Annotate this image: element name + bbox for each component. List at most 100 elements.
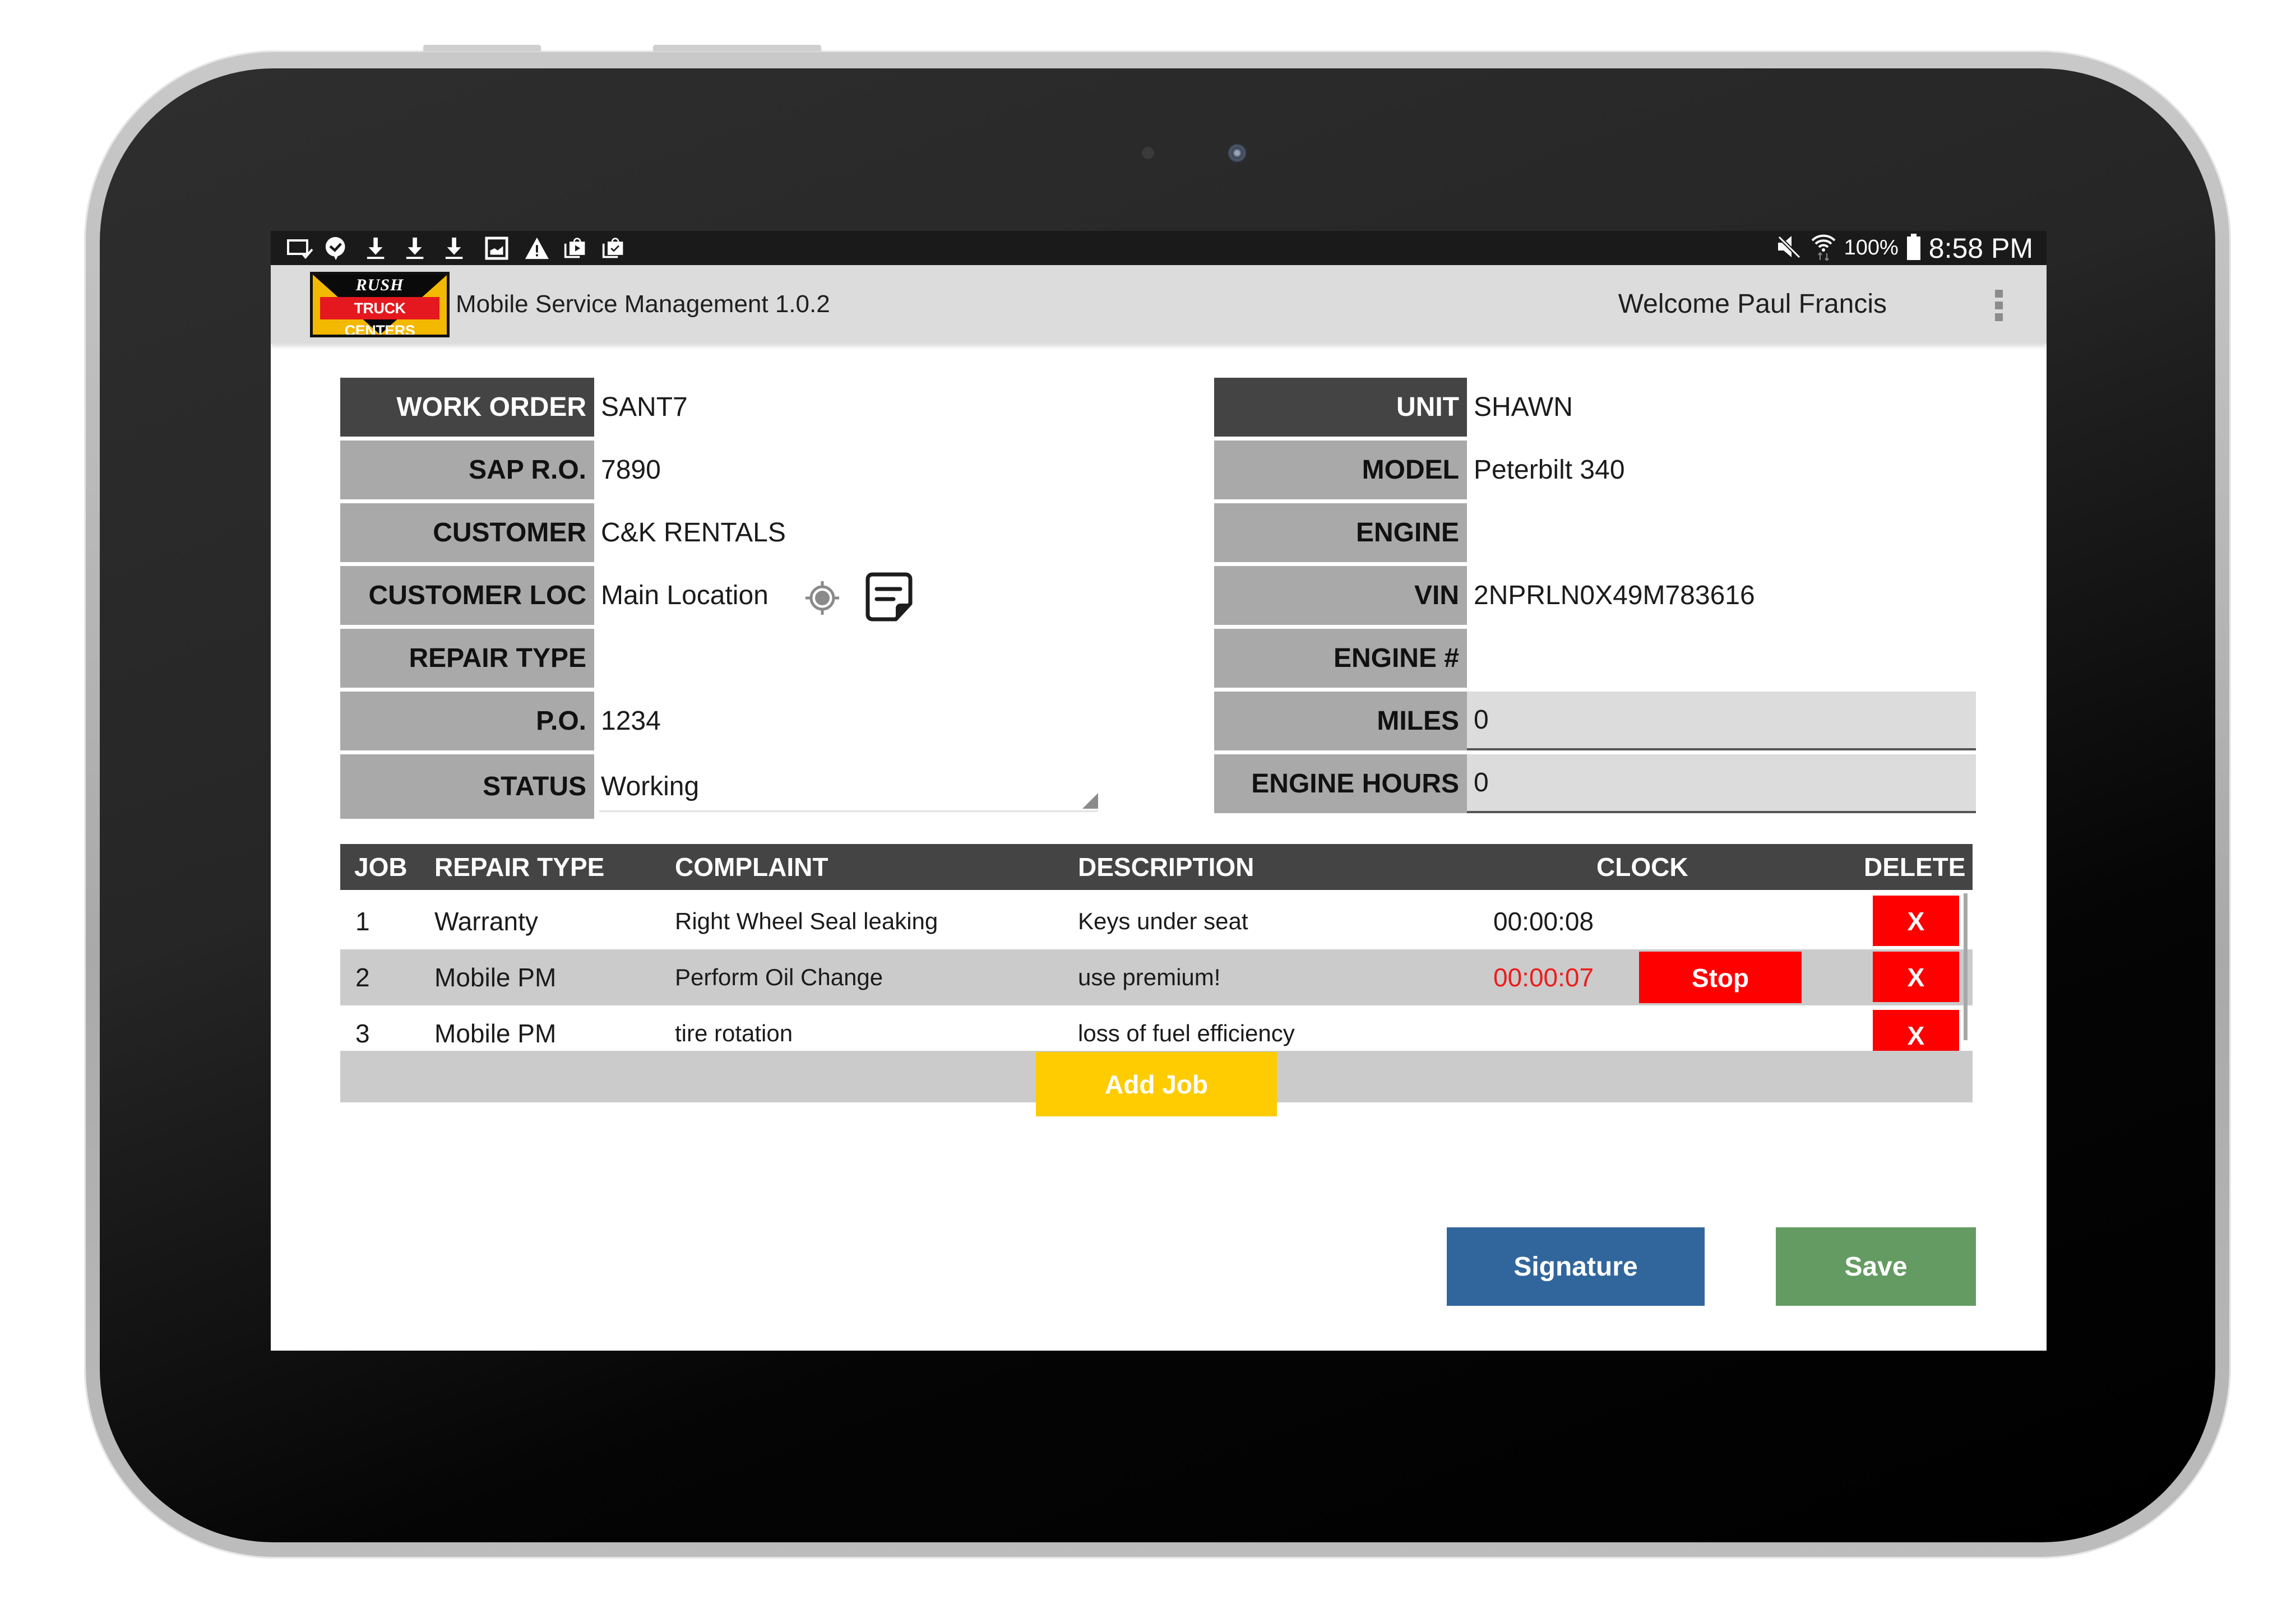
col-header-delete: DELETE: [1864, 852, 1966, 882]
rush-truck-centers-logo: RUSH TRUCK CENTERS: [310, 272, 450, 337]
engine-number-field[interactable]: [1467, 629, 1976, 688]
download-icon: [404, 237, 425, 260]
form-row-po: P.O. 1234: [340, 692, 1125, 750]
form-row-engine-number: ENGINE #: [1214, 629, 1976, 688]
form-row-customer: CUSTOMER C&K RENTALS: [340, 503, 1125, 562]
stop-clock-button[interactable]: Stop: [1639, 952, 1802, 1003]
vin-field[interactable]: 2NPRLN0X49M783616: [1467, 566, 1976, 625]
engine-number-label: ENGINE #: [1214, 629, 1467, 688]
job-number: 1: [355, 907, 370, 936]
engine-hours-input[interactable]: 0: [1467, 754, 1976, 813]
job-clock: 00:00:08: [1493, 907, 1594, 936]
job-description: Keys under seat: [1078, 908, 1248, 934]
save-button[interactable]: Save: [1776, 1227, 1976, 1306]
unit-field[interactable]: SHAWN: [1467, 378, 1976, 437]
engine-label: ENGINE: [1214, 503, 1467, 562]
job-repair-type: Mobile PM: [434, 963, 557, 992]
form-row-miles: MILES 0: [1214, 692, 1976, 750]
table-scrollbar[interactable]: [1964, 893, 1968, 1040]
miles-input[interactable]: 0: [1467, 692, 1976, 750]
sap-ro-label: SAP R.O.: [340, 440, 594, 499]
miles-label: MILES: [1214, 692, 1467, 750]
form-row-customer-loc: CUSTOMER LOC Main Location: [340, 566, 1125, 625]
job-row[interactable]: 2 Mobile PM Perform Oil Change use premi…: [340, 949, 1973, 1005]
model-field[interactable]: Peterbilt 340: [1467, 440, 1976, 499]
vin-label: VIN: [1214, 566, 1467, 625]
form-row-engine: ENGINE: [1214, 503, 1976, 562]
hardware-button: [653, 45, 821, 52]
form-row-model: MODEL Peterbilt 340: [1214, 440, 1976, 499]
battery-percent: 100%: [1844, 236, 1899, 259]
status-time: 8:58 PM: [1928, 232, 2033, 264]
jobs-table-header: JOB REPAIR TYPE COMPLAINT DESCRIPTION CL…: [340, 844, 1973, 890]
store-play-icon: [563, 237, 587, 260]
job-number: 2: [355, 963, 370, 992]
signature-button[interactable]: Signature: [1447, 1227, 1705, 1306]
status-label: STATUS: [340, 754, 594, 819]
col-header-job: JOB: [354, 852, 408, 882]
notes-icon[interactable]: [861, 569, 917, 625]
delete-job-button[interactable]: X: [1873, 952, 1959, 1002]
customer-loc-field[interactable]: Main Location: [594, 566, 796, 625]
overflow-menu-icon[interactable]: [1995, 290, 2003, 321]
add-job-button[interactable]: Add Job: [1036, 1052, 1277, 1116]
po-field[interactable]: 1234: [594, 692, 1099, 750]
status-dropdown-underline: [599, 810, 1098, 812]
hardware-button: [423, 45, 541, 52]
warning-icon: [524, 237, 550, 260]
form-row-engine-hours: ENGINE HOURS 0: [1214, 754, 1976, 813]
work-order-field[interactable]: SANT7: [594, 378, 1099, 437]
col-header-clock: CLOCK: [1596, 852, 1688, 882]
front-camera: [1228, 143, 1247, 163]
job-clock-running: 00:00:07: [1493, 963, 1594, 992]
download-icon: [365, 237, 386, 260]
status-bar-right: 100% 8:58 PM: [1776, 231, 2033, 265]
status-dropdown[interactable]: Working: [594, 754, 1099, 819]
engine-field[interactable]: [1467, 503, 1976, 562]
customer-field[interactable]: C&K RENTALS: [594, 503, 1099, 562]
model-label: MODEL: [1214, 440, 1467, 499]
battery-icon: [1906, 233, 1921, 263]
job-row[interactable]: 1 Warranty Right Wheel Seal leaking Keys…: [340, 893, 1973, 949]
light-sensor: [1142, 147, 1154, 159]
job-description: use premium!: [1078, 964, 1221, 990]
customer-loc-label: CUSTOMER LOC: [340, 566, 594, 625]
screen: 100% 8:58 PM RUSH TRUCK CENTERS Mobile S…: [271, 231, 2047, 1351]
status-bar: 100% 8:58 PM: [271, 231, 2047, 265]
welcome-text: Welcome Paul Francis: [1618, 289, 1887, 319]
delete-job-button[interactable]: X: [1873, 896, 1959, 946]
repair-type-label: REPAIR TYPE: [340, 629, 594, 688]
form-row-work-order: WORK ORDER SANT7: [340, 378, 1125, 437]
work-order-label: WORK ORDER: [340, 378, 594, 437]
dropdown-arrow-icon[interactable]: [1082, 793, 1098, 809]
mute-icon: [1776, 234, 1803, 262]
po-label: P.O.: [340, 692, 594, 750]
job-complaint: Perform Oil Change: [675, 964, 883, 990]
col-header-complaint: COMPLAINT: [675, 852, 828, 882]
download-icon: [443, 237, 465, 260]
logo-rush-text: RUSH: [355, 276, 404, 294]
col-header-repair-type: REPAIR TYPE: [434, 852, 605, 882]
sap-ro-field[interactable]: 7890: [594, 440, 1099, 499]
app-title: Mobile Service Management 1.0.2: [456, 290, 830, 318]
store-check-icon: [601, 237, 625, 260]
form-row-sap-ro: SAP R.O. 7890: [340, 440, 1125, 499]
chat-check-icon: [325, 237, 346, 260]
engine-hours-label: ENGINE HOURS: [1214, 754, 1467, 813]
logo-band-text: TRUCK CENTERS: [320, 297, 439, 335]
customer-label: CUSTOMER: [340, 503, 594, 562]
job-complaint: Right Wheel Seal leaking: [675, 908, 938, 934]
repair-type-field[interactable]: [594, 629, 1099, 688]
form-row-status: STATUS Working: [340, 754, 1125, 819]
job-row[interactable]: 3 Mobile PM tire rotation loss of fuel e…: [340, 1005, 1973, 1055]
job-repair-type: Warranty: [434, 907, 538, 936]
app-bar: RUSH TRUCK CENTERS Mobile Service Manage…: [271, 265, 2047, 344]
wifi-icon: [1811, 233, 1836, 263]
gps-target-icon[interactable]: [803, 578, 842, 618]
delete-job-button[interactable]: X: [1873, 1010, 1959, 1055]
col-header-description: DESCRIPTION: [1078, 852, 1255, 882]
unit-label: UNIT: [1214, 378, 1467, 437]
screen-mirror-icon: [286, 237, 313, 260]
form-row-repair-type: REPAIR TYPE: [340, 629, 1125, 688]
form-row-unit: UNIT SHAWN: [1214, 378, 1976, 437]
